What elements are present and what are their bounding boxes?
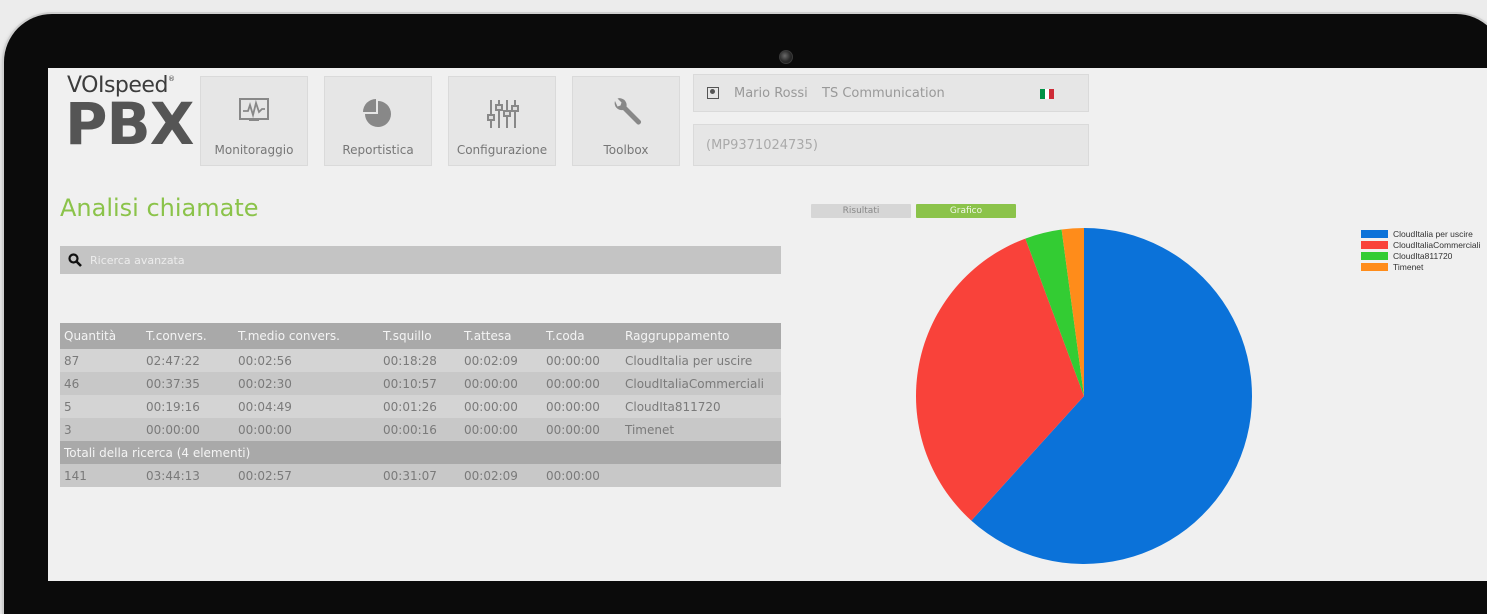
table-cell: 00:10:57 bbox=[379, 372, 460, 395]
wrench-icon bbox=[573, 97, 679, 131]
monitor-chart-icon bbox=[201, 97, 307, 131]
column-header[interactable]: T.coda bbox=[542, 323, 621, 349]
logo-product: PBX bbox=[65, 90, 194, 158]
table-cell: CloudItalia per uscire bbox=[621, 349, 781, 372]
nav-label: Monitoraggio bbox=[214, 143, 294, 157]
column-header[interactable]: T.attesa bbox=[460, 323, 542, 349]
results-table: Quantità T.convers. T.medio convers. T.s… bbox=[60, 323, 781, 487]
nav-label: Configurazione bbox=[456, 143, 548, 157]
legend-label: Timenet bbox=[1393, 262, 1424, 272]
table-cell: CloudItaliaCommerciali bbox=[621, 372, 781, 395]
table-cell: 00:31:07 bbox=[379, 464, 460, 487]
table-cell: 00:02:09 bbox=[460, 464, 542, 487]
nav-reportistica[interactable]: Reportistica bbox=[324, 76, 432, 166]
table-cell: 00:00:00 bbox=[542, 349, 621, 372]
table-cell: Timenet bbox=[621, 418, 781, 441]
table-cell: 00:00:00 bbox=[234, 418, 379, 441]
table-row[interactable]: 5 00:19:16 00:04:49 00:01:26 00:00:00 00… bbox=[60, 395, 781, 418]
table-cell: 00:02:30 bbox=[234, 372, 379, 395]
totals-header-row: Totali della ricerca (4 elementi) bbox=[60, 441, 781, 464]
table-cell: 00:00:16 bbox=[379, 418, 460, 441]
nav-label: Toolbox bbox=[603, 143, 649, 157]
table-cell: 02:47:22 bbox=[142, 349, 234, 372]
app-logo[interactable]: VOIspeed® PBX bbox=[65, 73, 195, 158]
nav-toolbox[interactable]: Toolbox bbox=[572, 76, 680, 166]
table-cell: 00:19:16 bbox=[142, 395, 234, 418]
table-cell: 00:01:26 bbox=[379, 395, 460, 418]
table-cell: 00:00:00 bbox=[542, 464, 621, 487]
license-code-box: (MP9371024735) bbox=[693, 124, 1089, 166]
webcam bbox=[779, 50, 793, 64]
table-header-row: Quantità T.convers. T.medio convers. T.s… bbox=[60, 323, 781, 349]
pie-chart bbox=[916, 228, 1252, 564]
sliders-icon bbox=[449, 97, 555, 131]
column-header[interactable]: Raggruppamento bbox=[621, 323, 781, 349]
table-cell: 00:37:35 bbox=[142, 372, 234, 395]
nav-configurazione[interactable]: Configurazione bbox=[448, 76, 556, 166]
table-cell: 00:02:57 bbox=[234, 464, 379, 487]
totals-row: 141 03:44:13 00:02:57 00:31:07 00:02:09 … bbox=[60, 464, 781, 487]
table-cell: 00:00:00 bbox=[542, 372, 621, 395]
table-row[interactable]: 3 00:00:00 00:00:00 00:00:16 00:00:00 00… bbox=[60, 418, 781, 441]
nav-monitoraggio[interactable]: Monitoraggio bbox=[200, 76, 308, 166]
table-cell: 141 bbox=[60, 464, 142, 487]
legend-label: CloudItaliaCommerciali bbox=[1393, 240, 1481, 250]
legend-label: CloudIta811720 bbox=[1393, 251, 1453, 261]
table-row[interactable]: 87 02:47:22 00:02:56 00:18:28 00:02:09 0… bbox=[60, 349, 781, 372]
table-cell: 87 bbox=[60, 349, 142, 372]
page-title: Analisi chiamate bbox=[60, 194, 259, 222]
tab-grafico[interactable]: Grafico bbox=[916, 204, 1016, 218]
column-header[interactable]: T.convers. bbox=[142, 323, 234, 349]
table-cell: 00:04:49 bbox=[234, 395, 379, 418]
table-cell: 5 bbox=[60, 395, 142, 418]
table-cell: 00:00:00 bbox=[460, 372, 542, 395]
table-cell: 00:18:28 bbox=[379, 349, 460, 372]
table-cell: 00:00:00 bbox=[142, 418, 234, 441]
italian-flag-icon[interactable] bbox=[1040, 89, 1055, 99]
user-info-box[interactable]: Mario Rossi TS Communication bbox=[693, 74, 1089, 112]
nav-label: Reportistica bbox=[342, 143, 414, 157]
user-company: TS Communication bbox=[822, 86, 945, 101]
legend-swatch bbox=[1361, 241, 1388, 249]
column-header[interactable]: T.squillo bbox=[379, 323, 460, 349]
table-cell: 46 bbox=[60, 372, 142, 395]
search-label: Ricerca avanzata bbox=[90, 254, 185, 267]
table-cell bbox=[621, 464, 781, 487]
table-row[interactable]: 46 00:37:35 00:02:30 00:10:57 00:00:00 0… bbox=[60, 372, 781, 395]
table-cell: 00:02:56 bbox=[234, 349, 379, 372]
table-cell: 03:44:13 bbox=[142, 464, 234, 487]
search-icon bbox=[68, 253, 82, 267]
tab-risultati[interactable]: Risultati bbox=[811, 204, 911, 218]
legend-swatch bbox=[1361, 263, 1388, 271]
license-code: (MP9371024735) bbox=[706, 138, 818, 153]
legend-swatch bbox=[1361, 252, 1388, 260]
column-header[interactable]: T.medio convers. bbox=[234, 323, 379, 349]
table-cell: 00:02:09 bbox=[460, 349, 542, 372]
table-cell: 00:00:00 bbox=[542, 395, 621, 418]
legend-swatch bbox=[1361, 230, 1388, 238]
totals-label: Totali della ricerca (4 elementi) bbox=[60, 441, 781, 464]
pie-chart-icon bbox=[325, 97, 431, 131]
advanced-search-bar[interactable]: Ricerca avanzata bbox=[60, 246, 781, 274]
table-cell: CloudIta811720 bbox=[621, 395, 781, 418]
app-screen: VOIspeed® PBX Monitoraggio Reportistica … bbox=[48, 68, 1487, 581]
user-name: Mario Rossi bbox=[734, 86, 808, 101]
table-cell: 00:00:00 bbox=[542, 418, 621, 441]
table-cell: 00:00:00 bbox=[460, 418, 542, 441]
legend-label: CloudItalia per uscire bbox=[1393, 229, 1473, 239]
column-header[interactable]: Quantità bbox=[60, 323, 142, 349]
contact-card-icon bbox=[707, 87, 719, 99]
table-cell: 3 bbox=[60, 418, 142, 441]
table-cell: 00:00:00 bbox=[460, 395, 542, 418]
